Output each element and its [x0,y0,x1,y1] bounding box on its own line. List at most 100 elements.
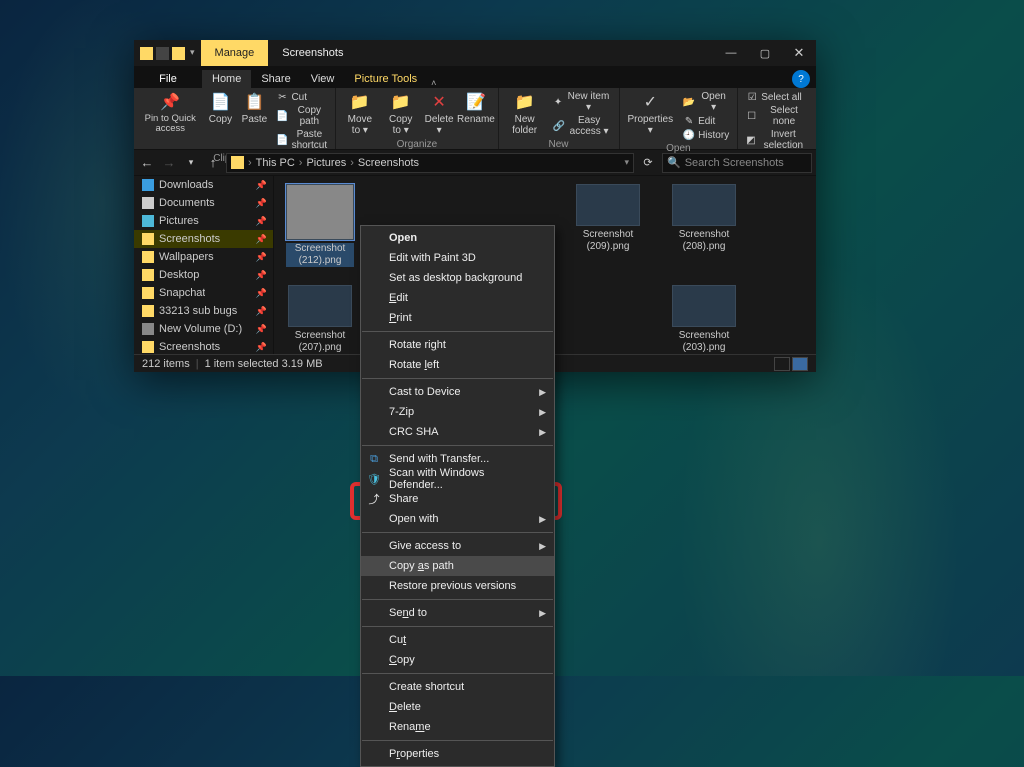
view-details-button[interactable] [774,357,790,371]
select-none-button[interactable]: ☐Select none [742,104,812,128]
pin-quick-access-button[interactable]: 📌Pin to Quick access [138,90,202,152]
file-item[interactable]: Screenshot (208).png [670,184,738,267]
ctx-restore-previous[interactable]: Restore previous versions [361,576,554,596]
refresh-button[interactable]: ⟳ [638,156,658,169]
pin-icon: 📌 [256,198,267,209]
ctx-give-access[interactable]: Give access to▶ [361,536,554,556]
minimize-button[interactable]: — [714,40,748,66]
ctx-create-shortcut[interactable]: Create shortcut [361,677,554,697]
close-button[interactable]: ✕ [782,40,816,66]
ctx-edit[interactable]: Edit [361,288,554,308]
sidebar-item[interactable]: New Volume (D:)📌 [134,320,273,338]
ctx-copy[interactable]: Copy [361,650,554,670]
ctx-rotr-label: Rotate right [389,339,446,351]
newfolder-label: New folder [507,114,543,136]
tab-home[interactable]: Home [202,70,251,88]
tab-share[interactable]: Share [251,70,300,88]
chevron-right-icon[interactable]: › [350,157,354,169]
ctx-openwith-label: Open with [389,513,439,525]
cut-button[interactable]: ✂Cut [272,90,331,104]
ctx-copy-as-path[interactable]: Copy as path [361,556,554,576]
delete-button[interactable]: ✕Delete ▾ [422,90,456,138]
ctx-properties[interactable]: Properties [361,744,554,764]
ctx-defender-label: Scan with Windows Defender... [389,467,530,491]
ctx-open[interactable]: Open [361,228,554,248]
ctx-cast-to-device[interactable]: Cast to Device▶ [361,382,554,402]
ctx-cut[interactable]: Cut [361,630,554,650]
tab-view[interactable]: View [301,70,345,88]
new-folder-button[interactable]: 📁New folder [503,90,547,138]
addr-dropdown-icon[interactable]: ▾ [624,157,629,168]
paste-shortcut-button[interactable]: 📄Paste shortcut [272,128,331,152]
nav-forward-button[interactable]: → [160,155,178,170]
sidebar-item[interactable]: Documents📌 [134,194,273,212]
sidebar-item[interactable]: Wallpapers📌 [134,248,273,266]
select-all-button[interactable]: ☑Select all [742,90,812,104]
chevron-right-icon[interactable]: › [299,157,303,169]
file-item-selected[interactable]: Screenshot (212).png [286,184,354,267]
ctx-7zip[interactable]: 7-Zip▶ [361,402,554,422]
ctx-edit-paint3d[interactable]: Edit with Paint 3D [361,248,554,268]
sidebar-item[interactable]: Desktop📌 [134,266,273,284]
file-item[interactable]: Screenshot (203).png [670,285,738,354]
sidebar-item[interactable]: Snapchat📌 [134,284,273,302]
pasteshortcut-label: Paste shortcut [291,129,327,151]
view-thumbnails-button[interactable] [792,357,808,371]
move-to-button[interactable]: 📁Move to ▾ [340,90,379,138]
ctx-rotate-left[interactable]: Rotate left [361,355,554,375]
search-box[interactable]: 🔍 Search Screenshots [662,153,812,173]
contextual-tab-manage[interactable]: Manage [201,40,269,66]
sidebar-item[interactable]: Screenshots📌 [134,230,273,248]
ribbon-select-group: ☑Select all ☐Select none ◩Invert selecti… [738,88,816,149]
easy-access-button[interactable]: 🔗Easy access ▾ [549,114,615,138]
nav-back-button[interactable]: ← [138,155,156,170]
rename-button[interactable]: 📝Rename [458,90,493,138]
sidebar-item[interactable]: Pictures📌 [134,212,273,230]
ctx-rename[interactable]: Rename [361,717,554,737]
ctx-crc-sha[interactable]: CRC SHA▶ [361,422,554,442]
paste-icon: 📋 [244,92,264,112]
copy-button[interactable]: 📄Copy [204,90,236,152]
sidebar-item[interactable]: Downloads📌 [134,176,273,194]
ctx-share-label: Share [389,493,418,505]
nav-up-button[interactable]: ↑ [204,155,222,170]
file-item[interactable]: Screenshot (207).png [286,285,354,354]
ctx-share[interactable]: ⤴Share [361,489,554,509]
sidebar-item[interactable]: 33213 sub bugs📌 [134,302,273,320]
file-item[interactable]: Screenshot (209).png [574,184,642,267]
chevron-right-icon[interactable]: › [248,157,252,169]
ctx-set-background[interactable]: Set as desktop background [361,268,554,288]
ctx-send-to[interactable]: Send to▶ [361,603,554,623]
tab-picture-tools[interactable]: Picture Tools [344,70,427,88]
open-button[interactable]: 📂Open ▾ [679,90,733,114]
breadcrumb-thispc[interactable]: This PC [256,157,295,169]
sidebar-item[interactable]: Screenshots📌 [134,338,273,354]
ctx-delete[interactable]: Delete [361,697,554,717]
help-button[interactable]: ? [792,70,810,88]
new-item-button[interactable]: ✦New item ▾ [549,90,615,114]
maximize-button[interactable]: ▢ [748,40,782,66]
nav-recent-button[interactable]: ▾ [182,157,200,168]
ctx-crc-label: CRC SHA [389,426,439,438]
ctx-open-with[interactable]: Open with▶ [361,509,554,529]
properties-button[interactable]: ✓Properties ▾ [624,90,678,142]
address-bar[interactable]: › This PC › Pictures › Screenshots ▾ [226,153,634,173]
invert-selection-button[interactable]: ◩Invert selection [742,128,812,152]
breadcrumb-pictures[interactable]: Pictures [306,157,346,169]
breadcrumb-screenshots[interactable]: Screenshots [358,157,419,169]
file-thumbnail [672,285,736,327]
copy-path-button[interactable]: 📄Copy path [272,104,331,128]
ribbon-collapse-icon[interactable]: ˄ [427,78,440,88]
ctx-scan-defender[interactable]: 🛡Scan with Windows Defender... [361,469,554,489]
ctx-print[interactable]: Print [361,308,554,328]
ctx-send-transfer[interactable]: ⧉Send with Transfer... [361,449,554,469]
copy-to-button[interactable]: 📁Copy to ▾ [381,90,419,138]
tab-file[interactable]: File [134,70,202,88]
edit-ribbon-button[interactable]: ✎Edit [679,114,733,128]
qat-dropdown-icon[interactable]: ▾ [188,47,195,60]
pin-icon: 📌 [256,252,267,263]
paste-button[interactable]: 📋Paste [238,90,270,152]
file-thumbnail [286,184,354,240]
ctx-rotate-right[interactable]: Rotate right [361,335,554,355]
history-button[interactable]: 🕘History [679,128,733,142]
